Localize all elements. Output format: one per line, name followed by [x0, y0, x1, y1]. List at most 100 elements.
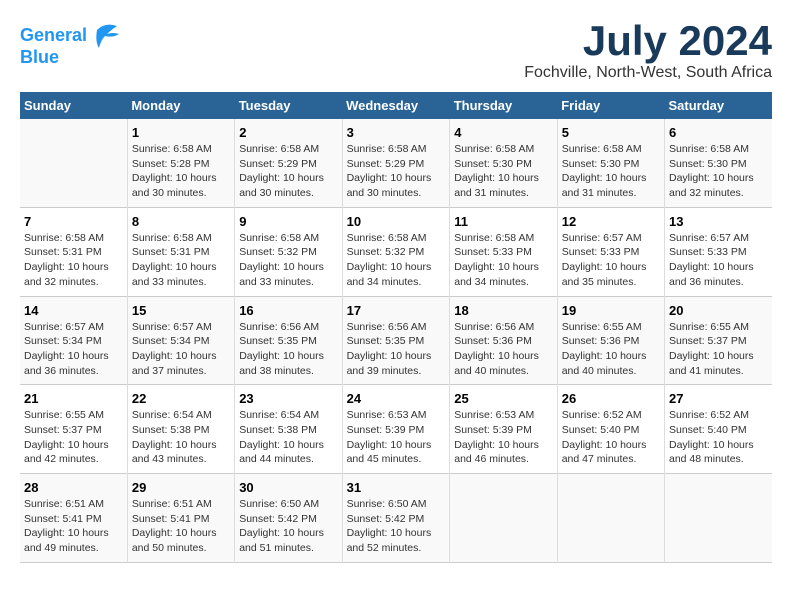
- cell-content: Sunrise: 6:57 AMSunset: 5:34 PMDaylight:…: [24, 320, 123, 379]
- day-number: 10: [347, 214, 446, 229]
- cell-content: Sunrise: 6:58 AMSunset: 5:29 PMDaylight:…: [347, 142, 446, 201]
- cell-content: Sunrise: 6:53 AMSunset: 5:39 PMDaylight:…: [454, 408, 552, 467]
- day-number: 18: [454, 303, 552, 318]
- calendar-cell: 1 Sunrise: 6:58 AMSunset: 5:28 PMDaylight…: [127, 119, 234, 207]
- week-row-5: 28 Sunrise: 6:51 AMSunset: 5:41 PMDayligh…: [20, 474, 772, 563]
- month-title: July 2024: [524, 20, 772, 62]
- day-number: 17: [347, 303, 446, 318]
- day-number: 20: [669, 303, 768, 318]
- day-number: 15: [132, 303, 230, 318]
- calendar-cell: 7 Sunrise: 6:58 AMSunset: 5:31 PMDaylight…: [20, 207, 127, 296]
- cell-content: Sunrise: 6:51 AMSunset: 5:41 PMDaylight:…: [24, 497, 123, 556]
- cell-content: Sunrise: 6:57 AMSunset: 5:33 PMDaylight:…: [562, 231, 660, 290]
- cell-content: Sunrise: 6:57 AMSunset: 5:34 PMDaylight:…: [132, 320, 230, 379]
- week-row-1: 1 Sunrise: 6:58 AMSunset: 5:28 PMDaylight…: [20, 119, 772, 207]
- day-number: 5: [562, 125, 660, 140]
- cell-content: Sunrise: 6:58 AMSunset: 5:30 PMDaylight:…: [454, 142, 552, 201]
- calendar-cell: 6 Sunrise: 6:58 AMSunset: 5:30 PMDaylight…: [665, 119, 773, 207]
- day-number: 29: [132, 480, 230, 495]
- calendar-cell: 11 Sunrise: 6:58 AMSunset: 5:33 PMDayligh…: [450, 207, 557, 296]
- cell-content: Sunrise: 6:56 AMSunset: 5:36 PMDaylight:…: [454, 320, 552, 379]
- day-header-sunday: Sunday: [20, 92, 127, 119]
- calendar-cell: 5 Sunrise: 6:58 AMSunset: 5:30 PMDaylight…: [557, 119, 664, 207]
- day-number: 1: [132, 125, 230, 140]
- day-number: 28: [24, 480, 123, 495]
- day-number: 11: [454, 214, 552, 229]
- calendar-cell: [20, 119, 127, 207]
- day-number: 31: [347, 480, 446, 495]
- cell-content: Sunrise: 6:54 AMSunset: 5:38 PMDaylight:…: [239, 408, 337, 467]
- day-header-monday: Monday: [127, 92, 234, 119]
- cell-content: Sunrise: 6:52 AMSunset: 5:40 PMDaylight:…: [562, 408, 660, 467]
- calendar-cell: 14Sunrise: 6:57 AMSunset: 5:34 PMDayligh…: [20, 296, 127, 385]
- day-number: 30: [239, 480, 337, 495]
- calendar-cell: 10 Sunrise: 6:58 AMSunset: 5:32 PMDayligh…: [342, 207, 450, 296]
- calendar-cell: 8 Sunrise: 6:58 AMSunset: 5:31 PMDaylight…: [127, 207, 234, 296]
- header-row: SundayMondayTuesdayWednesdayThursdayFrid…: [20, 92, 772, 119]
- cell-content: Sunrise: 6:55 AMSunset: 5:36 PMDaylight:…: [562, 320, 660, 379]
- calendar-cell: 18 Sunrise: 6:56 AMSunset: 5:36 PMDayligh…: [450, 296, 557, 385]
- cell-content: Sunrise: 6:55 AMSunset: 5:37 PMDaylight:…: [669, 320, 768, 379]
- cell-content: Sunrise: 6:58 AMSunset: 5:30 PMDaylight:…: [562, 142, 660, 201]
- day-number: 13: [669, 214, 768, 229]
- cell-content: Sunrise: 6:58 AMSunset: 5:31 PMDaylight:…: [24, 231, 123, 290]
- day-number: 7: [24, 214, 123, 229]
- day-number: 25: [454, 391, 552, 406]
- cell-content: Sunrise: 6:58 AMSunset: 5:31 PMDaylight:…: [132, 231, 230, 290]
- cell-content: Sunrise: 6:58 AMSunset: 5:28 PMDaylight:…: [132, 142, 230, 201]
- calendar-cell: 30Sunrise: 6:50 AMSunset: 5:42 PMDayligh…: [235, 474, 342, 563]
- calendar-cell: [557, 474, 664, 563]
- day-header-saturday: Saturday: [665, 92, 773, 119]
- day-number: 3: [347, 125, 446, 140]
- logo: General Blue: [20, 20, 121, 68]
- calendar-cell: 21Sunrise: 6:55 AMSunset: 5:37 PMDayligh…: [20, 385, 127, 474]
- calendar-cell: 20 Sunrise: 6:55 AMSunset: 5:37 PMDayligh…: [665, 296, 773, 385]
- location: Fochville, North-West, South Africa: [524, 64, 772, 82]
- day-number: 12: [562, 214, 660, 229]
- day-number: 27: [669, 391, 768, 406]
- calendar-table: SundayMondayTuesdayWednesdayThursdayFrid…: [20, 92, 772, 563]
- day-number: 21: [24, 391, 123, 406]
- calendar-cell: 15 Sunrise: 6:57 AMSunset: 5:34 PMDayligh…: [127, 296, 234, 385]
- title-section: July 2024 Fochville, North-West, South A…: [524, 20, 772, 82]
- cell-content: Sunrise: 6:58 AMSunset: 5:33 PMDaylight:…: [454, 231, 552, 290]
- week-row-4: 21Sunrise: 6:55 AMSunset: 5:37 PMDayligh…: [20, 385, 772, 474]
- cell-content: Sunrise: 6:52 AMSunset: 5:40 PMDaylight:…: [669, 408, 768, 467]
- calendar-cell: 25 Sunrise: 6:53 AMSunset: 5:39 PMDayligh…: [450, 385, 557, 474]
- cell-content: Sunrise: 6:57 AMSunset: 5:33 PMDaylight:…: [669, 231, 768, 290]
- week-row-3: 14Sunrise: 6:57 AMSunset: 5:34 PMDayligh…: [20, 296, 772, 385]
- cell-content: Sunrise: 6:51 AMSunset: 5:41 PMDaylight:…: [132, 497, 230, 556]
- calendar-cell: 16 Sunrise: 6:56 AMSunset: 5:35 PMDayligh…: [235, 296, 342, 385]
- calendar-cell: [665, 474, 773, 563]
- calendar-cell: 2 Sunrise: 6:58 AMSunset: 5:29 PMDaylight…: [235, 119, 342, 207]
- cell-content: Sunrise: 6:56 AMSunset: 5:35 PMDaylight:…: [347, 320, 446, 379]
- day-number: 6: [669, 125, 768, 140]
- day-number: 26: [562, 391, 660, 406]
- calendar-cell: [450, 474, 557, 563]
- day-number: 2: [239, 125, 337, 140]
- logo-bird-icon: [89, 20, 121, 52]
- logo-text: General: [20, 26, 87, 46]
- calendar-cell: 26 Sunrise: 6:52 AMSunset: 5:40 PMDayligh…: [557, 385, 664, 474]
- day-number: 19: [562, 303, 660, 318]
- day-header-wednesday: Wednesday: [342, 92, 450, 119]
- calendar-cell: 29 Sunrise: 6:51 AMSunset: 5:41 PMDayligh…: [127, 474, 234, 563]
- cell-content: Sunrise: 6:58 AMSunset: 5:30 PMDaylight:…: [669, 142, 768, 201]
- logo-text-blue: Blue: [20, 48, 59, 68]
- day-number: 8: [132, 214, 230, 229]
- day-header-tuesday: Tuesday: [235, 92, 342, 119]
- day-number: 22: [132, 391, 230, 406]
- header: General Blue July 2024 Fochville, North-…: [20, 20, 772, 82]
- calendar-cell: 17 Sunrise: 6:56 AMSunset: 5:35 PMDayligh…: [342, 296, 450, 385]
- day-number: 9: [239, 214, 337, 229]
- cell-content: Sunrise: 6:58 AMSunset: 5:32 PMDaylight:…: [239, 231, 337, 290]
- calendar-cell: 19 Sunrise: 6:55 AMSunset: 5:36 PMDayligh…: [557, 296, 664, 385]
- cell-content: Sunrise: 6:58 AMSunset: 5:29 PMDaylight:…: [239, 142, 337, 201]
- calendar-cell: 9 Sunrise: 6:58 AMSunset: 5:32 PMDaylight…: [235, 207, 342, 296]
- cell-content: Sunrise: 6:58 AMSunset: 5:32 PMDaylight:…: [347, 231, 446, 290]
- day-number: 16: [239, 303, 337, 318]
- calendar-cell: 27 Sunrise: 6:52 AMSunset: 5:40 PMDayligh…: [665, 385, 773, 474]
- cell-content: Sunrise: 6:56 AMSunset: 5:35 PMDaylight:…: [239, 320, 337, 379]
- calendar-cell: 3 Sunrise: 6:58 AMSunset: 5:29 PMDaylight…: [342, 119, 450, 207]
- day-number: 23: [239, 391, 337, 406]
